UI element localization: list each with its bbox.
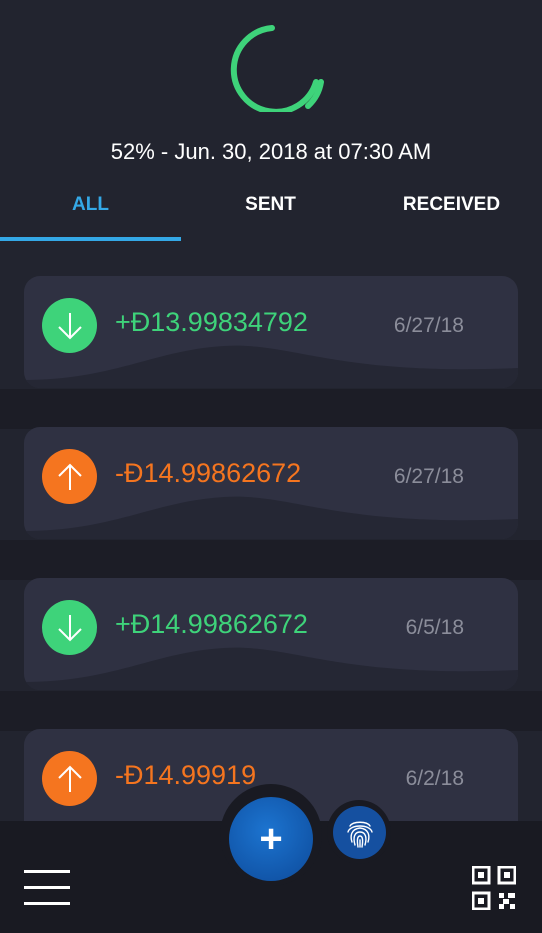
tab-sent[interactable]: SENT — [180, 188, 361, 240]
fingerprint-icon[interactable] — [333, 806, 386, 859]
transaction-row[interactable]: -Đ14.99862672 6/27/18 — [24, 427, 518, 539]
transaction-date: 6/2/18 — [405, 767, 464, 790]
transaction-row[interactable]: +Đ13.99834792 6/27/18 — [24, 276, 518, 388]
transaction-amount: -Đ14.99919 — [115, 760, 257, 790]
tab-all[interactable]: ALL — [0, 188, 181, 240]
hamburger-menu-icon[interactable] — [24, 870, 70, 908]
transaction-date: 6/27/18 — [393, 465, 464, 488]
tab-bar: ALL SENT RECEIVED — [0, 188, 542, 240]
arrow-down-icon — [42, 600, 97, 655]
sync-status-text: 52% - Jun. 30, 2018 at 07:30 AM — [110, 139, 432, 164]
add-button[interactable]: + — [229, 797, 313, 881]
arrow-up-icon — [42, 751, 97, 806]
transaction-date: 6/5/18 — [405, 616, 464, 639]
transaction-date: 6/27/18 — [393, 314, 464, 337]
transaction-amount: +Đ14.99862672 — [115, 609, 308, 639]
qr-code-icon[interactable] — [472, 866, 516, 910]
transaction-list[interactable]: +Đ13.99834792 6/27/18 -Đ14.99862672 6/27… — [0, 241, 542, 821]
arrow-up-icon — [42, 449, 97, 504]
list-divider — [0, 389, 542, 429]
list-divider — [0, 540, 542, 580]
transaction-amount: -Đ14.99862672 — [115, 458, 302, 488]
sync-progress-ring — [230, 25, 324, 112]
transaction-amount: +Đ13.99834792 — [115, 307, 308, 337]
list-divider — [0, 691, 542, 731]
transaction-row[interactable]: +Đ14.99862672 6/5/18 — [24, 578, 518, 690]
arrow-down-icon — [42, 298, 97, 353]
tab-received[interactable]: RECEIVED — [361, 188, 542, 240]
